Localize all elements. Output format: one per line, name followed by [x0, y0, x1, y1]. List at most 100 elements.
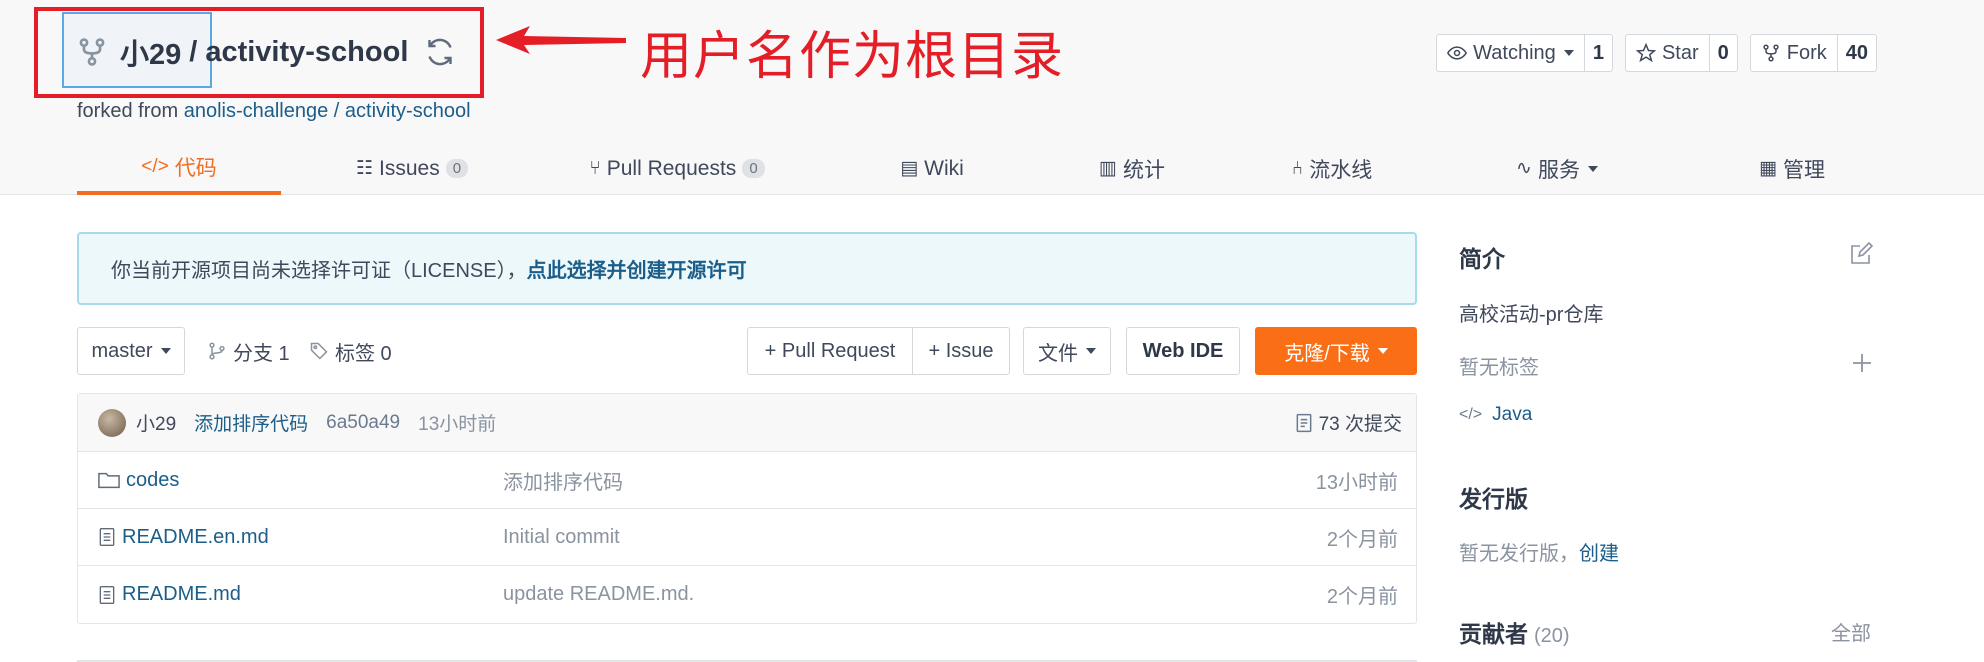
tab-code[interactable]: </> 代码: [77, 142, 281, 195]
tab-pull-requests-label: Pull Requests: [606, 156, 737, 180]
watch-label: Watching: [1473, 41, 1556, 64]
file-name-link[interactable]: README.md: [98, 583, 241, 606]
tab-stats[interactable]: ▥ 统计: [1077, 142, 1187, 195]
file-time: 2个月前: [1326, 528, 1398, 551]
file-menu-button[interactable]: 文件: [1023, 327, 1111, 375]
tab-services-label: 服务: [1537, 158, 1580, 182]
file-name: README.en.md: [122, 525, 269, 548]
forked-source-link[interactable]: anolis-challenge / activity-school: [184, 100, 471, 122]
clone-download-label: 克隆/下载: [1284, 342, 1370, 365]
tab-wiki-label: Wiki: [924, 156, 964, 180]
new-issue-button[interactable]: + Issue: [912, 327, 1010, 375]
tab-wiki[interactable]: ▤ Wiki: [877, 142, 987, 195]
file-row[interactable]: README.md update README.md. 2个月前: [78, 566, 1416, 623]
all-contributors-link[interactable]: 全部: [1831, 617, 1871, 646]
file-text-icon: [99, 585, 115, 604]
tab-manage[interactable]: ▦ 管理: [1737, 142, 1847, 195]
branches-label: 分支 1: [233, 342, 290, 365]
file-row[interactable]: README.en.md Initial commit 2个月前: [78, 509, 1416, 566]
file-name-link[interactable]: README.en.md: [98, 526, 269, 549]
commit-count-label: 73 次提交: [1318, 414, 1402, 435]
repo-tabs: </> 代码 ☷ Issues 0 ⑂ Pull Requests 0 ▤ Wi…: [77, 142, 1825, 195]
file-name: README.md: [122, 583, 241, 605]
branch-select[interactable]: master: [77, 327, 185, 375]
book-icon: ▤: [900, 158, 919, 179]
clone-download-button[interactable]: 克隆/下载: [1255, 327, 1417, 375]
tags-link[interactable]: 标签 0: [309, 327, 392, 375]
release-row: 暂无发行版，创建: [1459, 537, 1619, 566]
fork-count[interactable]: 40: [1836, 35, 1876, 71]
language-link[interactable]: Java: [1492, 404, 1532, 426]
tab-services[interactable]: ∿ 服务: [1497, 142, 1617, 195]
file-row[interactable]: codes 添加排序代码 13小时前: [78, 452, 1416, 509]
repo-header: 小29 / activity-school 用户名作为根目录 forked fr…: [0, 0, 1984, 195]
avatar[interactable]: [98, 408, 126, 437]
commit-count-link[interactable]: 73 次提交: [1295, 409, 1402, 436]
no-release-text: 暂无发行版，: [1459, 543, 1579, 565]
commit-author[interactable]: 小29: [136, 409, 176, 436]
file-text-icon: [99, 528, 115, 546]
file-commit-message[interactable]: update README.md.: [503, 583, 694, 606]
license-notice-text: 你当前开源项目尚未选择许可证（LICENSE），: [111, 260, 527, 282]
issues-count-badge: 0: [445, 159, 469, 178]
annotation-highlight-box: [34, 7, 484, 98]
branch-icon: [209, 342, 225, 360]
file-menu-label: 文件: [1038, 342, 1078, 365]
plus-icon[interactable]: [1851, 352, 1873, 374]
folder-icon: [98, 472, 120, 489]
repo-toolbar: master 分支 1 标签 0 + Pull Request + Issue …: [77, 327, 1417, 375]
star-count[interactable]: 0: [1708, 35, 1737, 71]
tab-manage-label: 管理: [1782, 158, 1825, 182]
branches-link[interactable]: 分支 1: [207, 327, 290, 375]
watch-button[interactable]: Watching 1: [1436, 34, 1613, 72]
fork-icon: [1763, 44, 1779, 62]
watch-count[interactable]: 1: [1583, 35, 1612, 71]
tag-icon: [310, 342, 328, 360]
document-icon: [1296, 413, 1311, 432]
forked-from: forked from anolis-challenge / activity-…: [77, 100, 471, 123]
language-row: </> Java: [1459, 404, 1532, 426]
tab-issues-label: Issues: [379, 156, 440, 180]
manage-icon: ▦: [1759, 158, 1777, 179]
chevron-down-icon: [1086, 348, 1096, 354]
annotation-text: 用户名作为根目录: [640, 27, 1065, 87]
file-list: 小29 添加排序代码 6a50a49 13小时前 73 次提交 codes 添加…: [77, 393, 1417, 624]
commit-time: 13小时前: [418, 414, 497, 435]
file-name-link[interactable]: codes: [98, 469, 179, 492]
commit-sha[interactable]: 6a50a49: [326, 412, 400, 434]
annotation-arrow-icon: [496, 26, 626, 54]
star-icon: [1635, 43, 1656, 63]
tab-pipeline[interactable]: ⑃ 流水线: [1272, 142, 1392, 195]
tab-issues[interactable]: ☷ Issues 0: [345, 142, 479, 195]
branch-select-label: master: [91, 339, 153, 362]
code-icon: </>: [1459, 406, 1483, 423]
create-license-link[interactable]: 点此选择并创建开源许可: [527, 254, 747, 283]
pipeline-icon: ⑃: [1291, 157, 1304, 179]
edit-icon[interactable]: [1849, 242, 1873, 266]
repo-actions: Watching 1 Star 0 Fork 40: [1436, 34, 1877, 72]
tab-pull-requests[interactable]: ⑂ Pull Requests 0: [577, 142, 777, 195]
chevron-down-icon: [1587, 165, 1598, 172]
fork-button[interactable]: Fork 40: [1749, 34, 1877, 72]
file-time: 13小时前: [1315, 471, 1398, 494]
tab-pipeline-label: 流水线: [1309, 158, 1373, 182]
web-ide-button[interactable]: Web IDE: [1126, 327, 1240, 375]
file-commit-message[interactable]: Initial commit: [503, 526, 620, 549]
tab-code-label: 代码: [174, 156, 217, 180]
chevron-down-icon: [160, 348, 171, 354]
chevron-down-icon: [1563, 50, 1574, 56]
commit-message-link[interactable]: 添加排序代码: [194, 409, 308, 436]
file-commit-message[interactable]: 添加排序代码: [503, 466, 623, 495]
issues-icon: ☷: [355, 158, 373, 179]
last-commit-row: 小29 添加排序代码 6a50a49 13小时前 73 次提交: [78, 394, 1416, 452]
pull-requests-count-badge: 0: [742, 159, 765, 178]
tab-stats-label: 统计: [1122, 158, 1165, 182]
create-release-link[interactable]: 创建: [1579, 543, 1619, 565]
intro-title: 简介: [1459, 246, 1505, 272]
file-name: codes: [126, 468, 180, 491]
star-label: Star: [1661, 41, 1699, 64]
forked-prefix: forked from: [77, 100, 184, 122]
new-pull-request-button[interactable]: + Pull Request: [747, 327, 913, 375]
bar-chart-icon: ▥: [1099, 158, 1117, 179]
star-button[interactable]: Star 0: [1624, 34, 1738, 72]
